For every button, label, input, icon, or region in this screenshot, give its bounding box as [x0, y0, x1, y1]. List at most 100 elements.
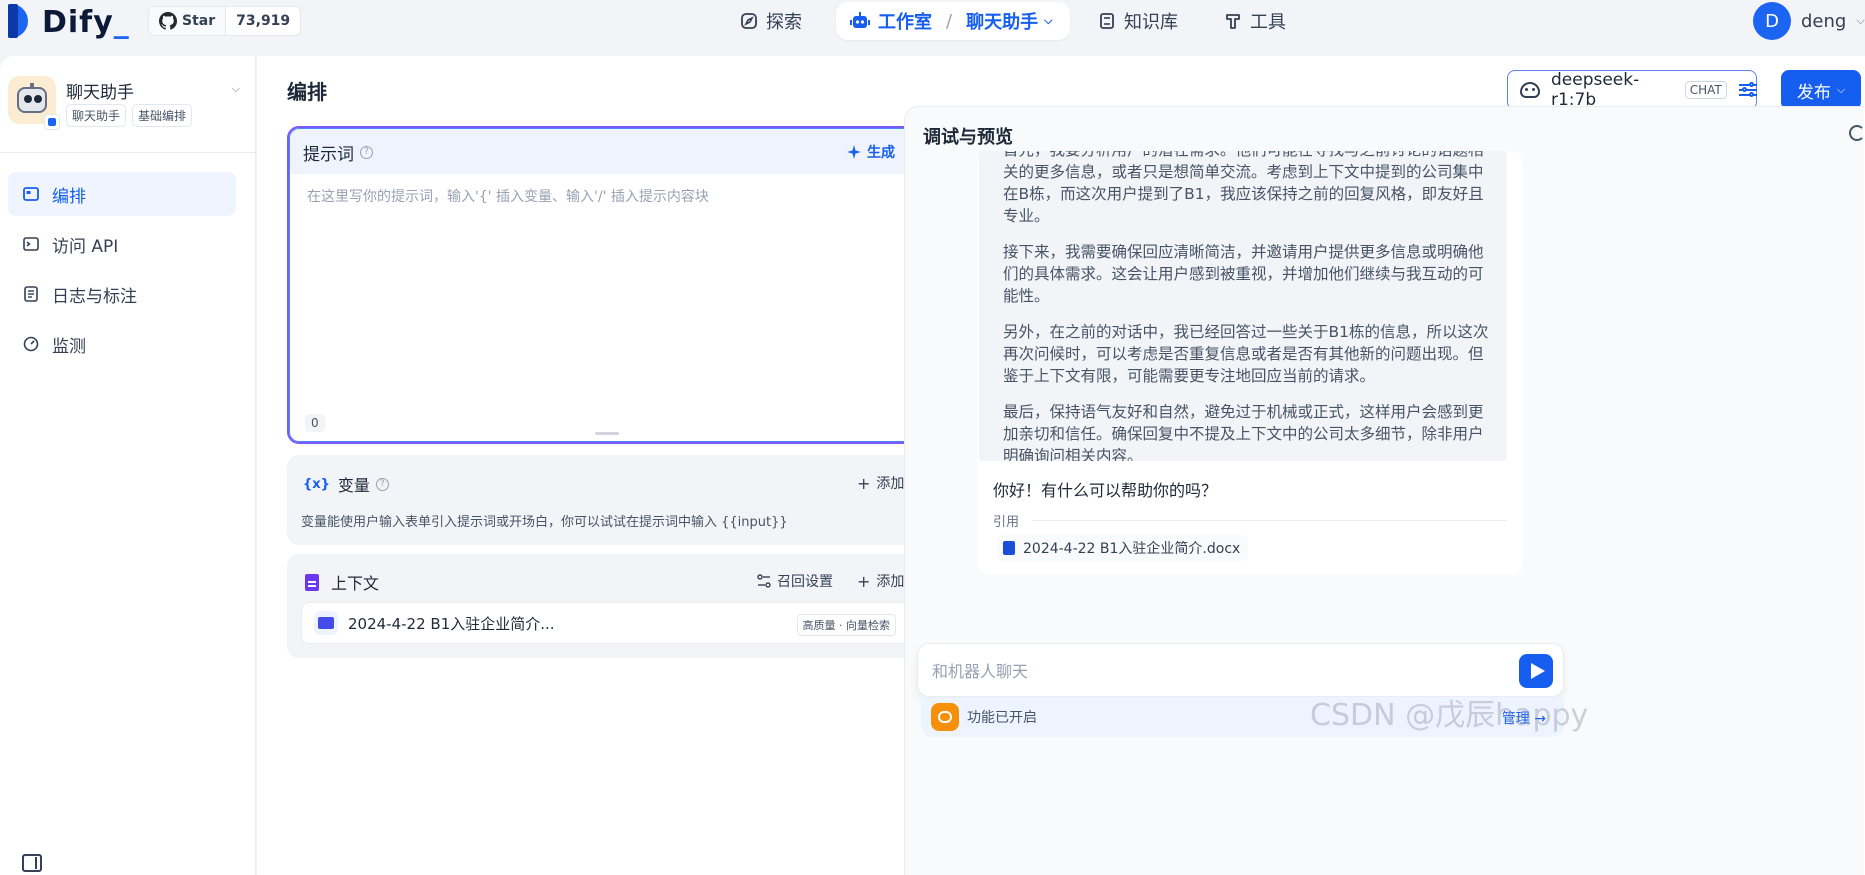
thinking-block: 首先，我要分析用户的潜在需求。他们可能在寻找与之前讨论的话题相关的更多信息，或者… — [979, 151, 1507, 461]
thinking-paragraph: 另外，在之前的对话中，我已经回答过一些关于B1栋的信息，所以这次再次问候时，可以… — [1003, 323, 1489, 385]
features-status: 功能已开启 — [967, 710, 1037, 726]
current-app-selector[interactable]: 聊天助手 — [966, 8, 1038, 34]
add-context-button[interactable]: + 添加 — [857, 571, 904, 591]
sidebar-item-label: 访问 API — [52, 236, 119, 257]
resize-handle[interactable] — [595, 432, 619, 435]
add-variable-button[interactable]: + 添加 — [857, 473, 904, 493]
chevron-down-icon: ⌵ — [1856, 14, 1865, 27]
nav-studio[interactable]: 工作室 / 聊天助手 ⌵ — [836, 2, 1071, 40]
nav-tools-label: 工具 — [1250, 12, 1286, 33]
variables-card: {x} 变量 ? + 添加 变量能使用户输入表单引入提示词或开场白，你可以试试在… — [287, 455, 923, 545]
nav-explore[interactable]: 探索 — [740, 0, 802, 42]
settings-nodes-icon — [757, 574, 771, 588]
prompt-editor-card: 提示词 ? 生成 在这里写你的提示词，输入'{' 插入变量、输入'/' 插入提示… — [287, 126, 923, 444]
citation-document-name: 2024-4-22 B1入驻企业简介.docx — [1023, 541, 1241, 557]
features-icon — [931, 703, 959, 731]
generate-label: 生成 — [867, 145, 895, 161]
debug-title: 调试与预览 — [923, 127, 1013, 148]
model-selector[interactable]: deepseek-r1:7b CHAT — [1507, 70, 1757, 110]
settings-sliders-icon[interactable] — [1738, 82, 1757, 98]
robot-icon — [850, 12, 870, 28]
divider — [1033, 520, 1507, 521]
nav-studio-label: 工作室 — [878, 12, 932, 33]
hammer-icon — [1226, 14, 1240, 29]
file-list-icon — [22, 285, 40, 303]
dataset-name: 2024-4-22 B1入驻企业简介... — [348, 614, 555, 633]
plus-icon: + — [857, 571, 871, 591]
recall-settings-button[interactable]: 召回设置 — [757, 571, 833, 591]
plus-icon: + — [857, 473, 871, 493]
sidebar-item-api[interactable]: 访问 API — [8, 222, 236, 266]
help-icon[interactable]: ? — [375, 477, 389, 491]
user-name: deng — [1801, 10, 1847, 32]
chat-input[interactable] — [932, 658, 1492, 684]
compass-icon — [741, 13, 757, 29]
thinking-paragraph: 最后，保持语气友好和自然，避免过于机械或正式，这样用户会感到更加亲切和信任。确保… — [1003, 403, 1484, 461]
features-bar: 功能已开启 管理 → — [921, 697, 1564, 737]
gauge-icon — [22, 335, 40, 353]
prompt-header: 提示词 ? — [289, 128, 921, 176]
sidebar-item-label: 监测 — [52, 336, 86, 357]
brand-name: Dify — [42, 4, 114, 40]
sparkle-icon — [847, 145, 861, 159]
citation-label: 引用 — [993, 515, 1020, 530]
github-star-button[interactable]: Star 73,919 — [148, 6, 302, 36]
sidebar-item-orchestrate[interactable]: 编排 — [8, 172, 236, 216]
recall-label: 召回设置 — [777, 574, 833, 590]
publish-button[interactable]: 发布 ⌵ — [1781, 70, 1861, 110]
send-icon — [1531, 663, 1545, 679]
model-mode-badge: CHAT — [1684, 81, 1727, 99]
variables-title: 变量 — [337, 476, 370, 495]
context-title: 上下文 — [331, 574, 380, 593]
publish-label: 发布 — [1796, 82, 1831, 103]
star-label: Star — [182, 13, 216, 29]
app-sidebar: 聊天助手 ⌵ 聊天助手 基础编排 编排 访问 API 日志与标注 监测 — [0, 56, 256, 875]
context-card: 上下文 召回设置 + 添加 2024-4-22 B1入驻企业简介... 高质量 … — [287, 554, 923, 658]
dify-logo[interactable]: Dify_ — [8, 4, 130, 40]
chevron-down-icon[interactable]: ⌵ — [1044, 14, 1052, 28]
refresh-icon[interactable] — [1849, 125, 1864, 141]
sidebar-item-logs[interactable]: 日志与标注 — [8, 272, 236, 316]
prompt-textarea[interactable]: 在这里写你的提示词，输入'{' 插入变量、输入'/' 插入提示内容块 — [307, 186, 709, 206]
top-bar: Dify_ Star 73,919 探索 工作室 / 聊天助手 ⌵ 知识库 工具… — [0, 0, 1865, 56]
page-title: 编排 — [287, 80, 327, 104]
chevron-down-icon[interactable]: ⌵ — [232, 82, 240, 96]
variable-icon: {x} — [303, 476, 330, 492]
sidebar-item-monitor[interactable]: 监测 — [8, 322, 236, 366]
help-icon[interactable]: ? — [360, 145, 373, 159]
dataset-index-tag: 高质量 · 向量检索 — [796, 614, 896, 636]
user-menu[interactable]: D deng ⌵ — [1753, 2, 1865, 40]
app-type-tag: 聊天助手 — [66, 104, 127, 127]
nav-separator: / — [946, 10, 953, 32]
ollama-model-icon — [1518, 79, 1541, 101]
debug-preview-panel: 调试与预览 首先，我要分析用户的潜在需求。他们可能在寻找与之前讨论的话题相关的更… — [904, 106, 1864, 875]
chat-app-type-icon — [44, 114, 60, 130]
citation-document[interactable]: 2024-4-22 B1入驻企业简介.docx — [997, 535, 1249, 561]
manage-features-link[interactable]: 管理 → — [1502, 708, 1546, 728]
app-name: 聊天助手 — [66, 83, 134, 103]
nav-tools[interactable]: 工具 — [1224, 0, 1286, 42]
char-count: 0 — [305, 414, 325, 432]
brand-cursor: _ — [113, 4, 130, 40]
chevron-down-icon: ⌵ — [1836, 83, 1846, 96]
nav-knowledge[interactable]: 知识库 — [1098, 0, 1178, 42]
dify-logo-icon — [8, 4, 38, 40]
sidebar-collapse-icon[interactable] — [22, 854, 42, 872]
docx-icon — [1003, 541, 1015, 555]
star-count: 73,919 — [236, 13, 291, 29]
document-icon — [305, 573, 319, 591]
divider — [0, 152, 255, 153]
book-icon — [1100, 13, 1114, 29]
app-mode-tag: 基础编排 — [132, 104, 193, 127]
assistant-answer: 你好！有什么可以帮助你的吗？ — [993, 481, 1218, 500]
folder-icon — [314, 611, 338, 635]
dataset-item[interactable]: 2024-4-22 B1入驻企业简介... 高质量 · 向量检索 — [301, 602, 909, 644]
prompt-title: 提示词 — [303, 144, 354, 165]
generate-button[interactable]: 生成 — [847, 142, 895, 162]
sidebar-item-label: 日志与标注 — [52, 286, 137, 307]
terminal-icon — [22, 235, 40, 253]
app-header[interactable]: 聊天助手 ⌵ 聊天助手 基础编排 — [8, 76, 240, 140]
nav-knowledge-label: 知识库 — [1124, 12, 1178, 33]
send-button[interactable] — [1519, 654, 1553, 688]
model-name: deepseek-r1:7b — [1550, 70, 1640, 110]
